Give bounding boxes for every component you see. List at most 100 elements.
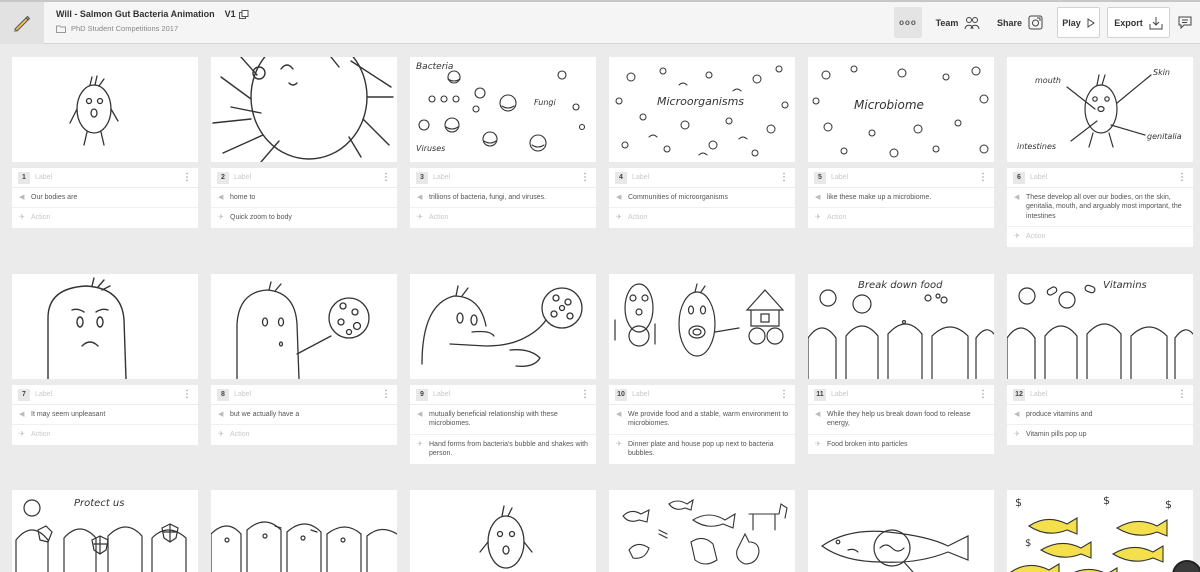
dialogue-text[interactable]: Communities of microorganisms <box>628 193 789 202</box>
frame-card[interactable]: 7 Label ⋮ ◀ It may seem unpleasant ✈ Action <box>12 274 198 445</box>
label-field[interactable]: Label <box>35 391 182 398</box>
frame-card[interactable]: Microbiome 5 Label ⋮ ◀ like these make up a… <box>808 57 994 228</box>
kebab-menu-icon[interactable]: ⋮ <box>1177 389 1187 400</box>
comment-icon <box>1178 16 1192 29</box>
action-text[interactable]: Hand forms from bacteria's bubble and sh… <box>429 440 590 459</box>
frame-thumbnail[interactable] <box>410 274 596 379</box>
action-field[interactable]: Action <box>628 213 789 222</box>
label-field[interactable]: Label <box>831 174 978 181</box>
label-field[interactable]: Label <box>433 174 580 181</box>
frame-thumbnail[interactable] <box>211 57 397 162</box>
kebab-menu-icon[interactable]: ⋮ <box>779 389 789 400</box>
frame-thumbnail[interactable]: Microorganisms <box>609 57 795 162</box>
frame-card[interactable]: Break down food 11 Label ⋮ ◀ While they hel… <box>808 274 994 455</box>
label-field[interactable]: Label <box>1030 391 1177 398</box>
dialogue-text[interactable]: mutually beneficial relationship with th… <box>429 410 590 429</box>
kebab-menu-icon[interactable]: ⋮ <box>978 389 988 400</box>
dialogue-text[interactable]: While they help us break down food to re… <box>827 410 988 429</box>
frame-thumbnail[interactable] <box>609 490 795 572</box>
team-button[interactable]: Team <box>930 7 986 38</box>
edit-pencil-button[interactable] <box>0 2 44 44</box>
kebab-menu-icon[interactable]: ⋮ <box>381 172 391 183</box>
label-field[interactable]: Label <box>831 391 978 398</box>
frame-card[interactable] <box>808 490 994 572</box>
frame-thumbnail[interactable]: Break down food <box>808 274 994 379</box>
share-button[interactable]: Share <box>993 7 1047 38</box>
kebab-menu-icon[interactable]: ⋮ <box>580 389 590 400</box>
version-selector[interactable]: V1 <box>225 9 249 19</box>
dialogue-text[interactable]: home to <box>230 193 391 202</box>
action-field[interactable]: Action <box>827 213 988 222</box>
frame-card[interactable]: mouth Skin intestines genitalia 6 Label ⋮ … <box>1007 57 1193 247</box>
frame-thumbnail[interactable]: Vitamins <box>1007 274 1193 379</box>
frame-thumbnail[interactable] <box>211 490 397 572</box>
kebab-menu-icon[interactable]: ⋮ <box>580 172 590 183</box>
frame-card[interactable] <box>410 490 596 572</box>
action-text[interactable]: Quick zoom to body <box>230 213 391 222</box>
label-field[interactable]: Label <box>35 174 182 181</box>
frame-thumbnail[interactable] <box>12 57 198 162</box>
frame-card[interactable]: 9 Label ⋮ ◀ mutually beneficial relationshi… <box>410 274 596 464</box>
dialogue-text[interactable]: like these make up a microbiome. <box>827 193 988 202</box>
action-field[interactable]: Action <box>1026 232 1187 241</box>
frame-number: 12 <box>1013 388 1025 401</box>
action-field[interactable]: Action <box>31 213 192 222</box>
frame-thumbnail[interactable] <box>211 274 397 379</box>
action-field[interactable]: Action <box>31 430 192 439</box>
frame-card[interactable] <box>211 490 397 572</box>
dialogue-text[interactable]: We provide food and a stable, warm envir… <box>628 410 789 429</box>
more-options-button[interactable]: ooo <box>894 7 922 38</box>
label-field[interactable]: Label <box>632 391 779 398</box>
frame-card[interactable]: 2 Label ⋮ ◀ home to ✈ Quick zoom to body <box>211 57 397 228</box>
comments-button[interactable] <box>1172 7 1198 38</box>
action-field[interactable]: Action <box>230 430 391 439</box>
label-field[interactable]: Label <box>234 391 381 398</box>
folder-link[interactable]: PhD Student Competitions 2017 <box>56 24 249 33</box>
frame-thumbnail[interactable] <box>12 274 198 379</box>
frame-thumbnail[interactable] <box>410 490 596 572</box>
frame-thumbnail[interactable]: mouth Skin intestines genitalia <box>1007 57 1193 162</box>
label-field[interactable]: Label <box>433 391 580 398</box>
sketch-drawing <box>479 505 533 569</box>
frame-meta: 1 Label ⋮ ◀ Our bodies are ✈ Action <box>12 168 198 228</box>
frame-card[interactable]: Vitamins 12 Label ⋮ ◀ produce vitamins and … <box>1007 274 1193 445</box>
frame-thumbnail[interactable]: Bacteria Fungi Viruses <box>410 57 596 162</box>
project-title[interactable]: Will - Salmon Gut Bacteria Animation <box>56 9 215 19</box>
frame-thumbnail[interactable]: Microbiome <box>808 57 994 162</box>
dialogue-text[interactable]: produce vitamins and <box>1026 410 1187 419</box>
kebab-menu-icon[interactable]: ⋮ <box>1177 172 1187 183</box>
frame-card[interactable]: 8 Label ⋮ ◀ but we actually have a ✈ Action <box>211 274 397 445</box>
kebab-menu-icon[interactable]: ⋮ <box>182 389 192 400</box>
action-field[interactable]: Action <box>429 213 590 222</box>
dialogue-text[interactable]: Our bodies are <box>31 193 192 202</box>
play-button[interactable]: Play <box>1057 7 1100 38</box>
kebab-menu-icon[interactable]: ⋮ <box>779 172 789 183</box>
label-field[interactable]: Label <box>632 174 779 181</box>
export-button[interactable]: Export <box>1107 7 1170 38</box>
frame-thumbnail[interactable]: Protect us <box>12 490 198 572</box>
sketch-drawing: Microbiome <box>812 65 989 158</box>
action-text[interactable]: Food broken into particles <box>827 440 988 449</box>
frame-card[interactable]: 10 Label ⋮ ◀ We provide food and a stable, … <box>609 274 795 464</box>
label-field[interactable]: Label <box>234 174 381 181</box>
frame-card[interactable]: Microorganisms 4 Label ⋮ ◀ Communities of m… <box>609 57 795 228</box>
frame-thumbnail[interactable] <box>808 490 994 572</box>
frame-thumbnail[interactable] <box>609 274 795 379</box>
frame-card[interactable]: Bacteria Fungi Viruses 3 Label ⋮ ◀ trillion… <box>410 57 596 228</box>
dialogue-text[interactable]: trillions of bacteria, fungi, and viruse… <box>429 193 590 202</box>
dialogue-text[interactable]: It may seem unpleasant <box>31 410 192 419</box>
frame-card[interactable]: $ $ $ $ <box>1007 490 1193 572</box>
kebab-menu-icon[interactable]: ⋮ <box>381 389 391 400</box>
action-icon: ✈ <box>19 214 25 222</box>
label-field[interactable]: Label <box>1030 174 1177 181</box>
frame-thumbnail[interactable]: $ $ $ $ <box>1007 490 1193 572</box>
frame-card[interactable]: 1 Label ⋮ ◀ Our bodies are ✈ Action <box>12 57 198 228</box>
kebab-menu-icon[interactable]: ⋮ <box>182 172 192 183</box>
action-text[interactable]: Vitamin pills pop up <box>1026 430 1187 439</box>
action-text[interactable]: Dinner plate and house pop up next to ba… <box>628 440 789 459</box>
frame-card[interactable] <box>609 490 795 572</box>
kebab-menu-icon[interactable]: ⋮ <box>978 172 988 183</box>
dialogue-text[interactable]: but we actually have a <box>230 410 391 419</box>
frame-card[interactable]: Protect us <box>12 490 198 572</box>
dialogue-text[interactable]: These develop all over our bodies, on th… <box>1026 193 1187 221</box>
